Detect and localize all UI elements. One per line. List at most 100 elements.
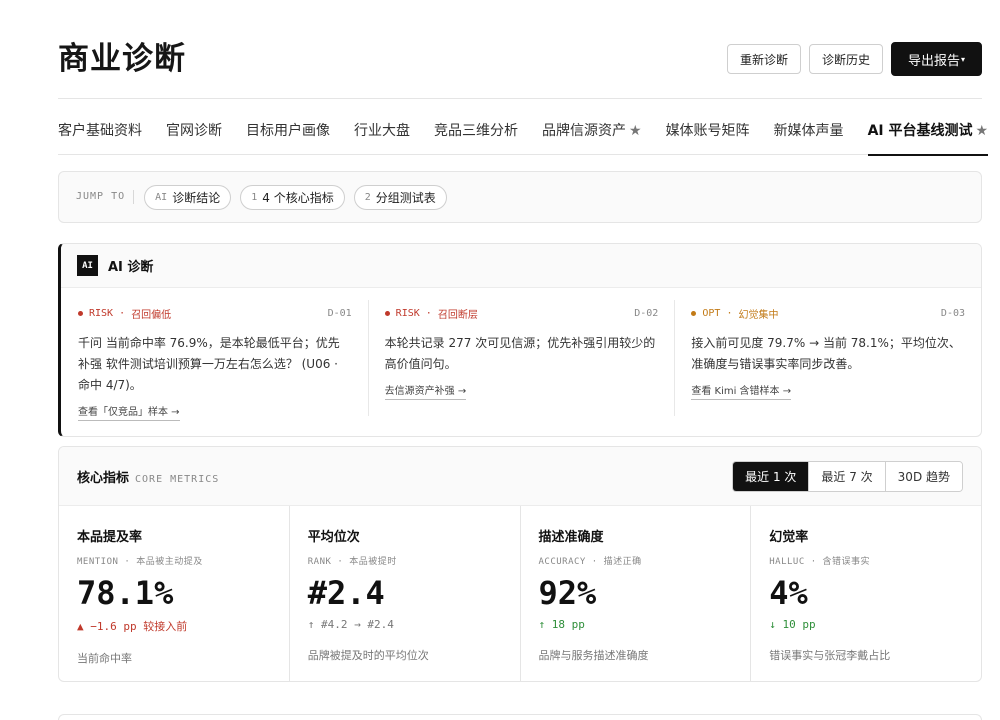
metric-sub-label: 本品被提时 — [349, 557, 397, 567]
rediagnose-button[interactable]: 重新诊断 — [726, 44, 801, 74]
metric-subtitle: ACCURACY · 描述正确 — [539, 554, 733, 567]
jump-to-bar: JUMP TO AI 诊断结论 1 4 个核心指标 2 分组测试表 — [58, 171, 982, 223]
tab-label: 目标用户画像 — [246, 123, 330, 139]
chip-label: 诊断结论 — [172, 190, 221, 205]
metric-title: 幻觉率 — [769, 530, 809, 545]
metric-value: #2.4 — [307, 574, 385, 612]
core-metrics-title: 核心指标 CORE METRICS — [77, 467, 219, 486]
metric-sep: · — [810, 557, 817, 567]
tab-target-persona[interactable]: 目标用户画像 — [246, 112, 330, 155]
tab-label: 行业大盘 — [354, 123, 410, 139]
tab-brand-source-assets[interactable]: 品牌信源资产 ★ — [542, 112, 642, 155]
diagnosis-meta: OPT · 幻觉集中 D-03 — [691, 306, 965, 321]
metric-title: 本品提及率 — [77, 530, 143, 545]
metric-code: ACCURACY — [538, 557, 586, 567]
chip-prefix: AI — [155, 191, 168, 203]
ai-diagnosis-title: AI 诊断 — [108, 260, 154, 275]
export-report-label: 导出报告 — [907, 53, 960, 69]
risk-dot-icon — [384, 311, 390, 316]
group-test-card-edge — [58, 714, 982, 720]
metric-sep: · — [124, 557, 131, 567]
view-competitor-samples-link[interactable]: 查看「仅竞品」样本 → — [78, 403, 180, 421]
diagnosis-item: OPT · 幻觉集中 D-03 接入前可见度 79.7% → 当前 78.1%；… — [674, 288, 981, 436]
chip-label: 4 个核心指标 — [262, 190, 334, 205]
page-title: 商业诊断 — [58, 41, 186, 77]
metric-value: 78.1% — [77, 574, 174, 612]
diagnosis-tag-label: 召回断层 — [437, 310, 478, 321]
diagnosis-text: 本轮共记录 277 次可见信源；优先补强引用较少的高价值问句。 — [384, 336, 656, 371]
diagnosis-item: RISK · 召回偏低 D-01 千问 当前命中率 76.9%，是本轮最低平台；… — [61, 288, 368, 436]
metric-list: 本品提及率 MENTION · 本品被主动提及 78.1% ▲ −1.6 pp … — [59, 506, 981, 681]
jump-chip-group-tests[interactable]: 2 分组测试表 — [353, 184, 447, 210]
metric-average-rank: 平均位次 RANK · 本品被提时 #2.4 ↑ #4.2 → #2.4 品牌被… — [288, 506, 520, 681]
diagnosis-tag: RISK · 召回断层 — [384, 306, 478, 321]
tab-ai-platform-baseline[interactable]: AI 平台基线测试 ★ — [867, 112, 989, 156]
core-metrics-subtitle: CORE METRICS — [135, 474, 220, 485]
risk-dot-icon — [78, 311, 83, 316]
diagnosis-tag-label: 幻觉集中 — [738, 310, 779, 321]
diagnosis-tag-label: 召回偏低 — [131, 310, 172, 321]
export-report-button[interactable]: 导出报告 ▾ — [890, 42, 982, 76]
tab-label: 竞品三维分析 — [434, 123, 518, 139]
diagnosis-text: 接入前可见度 79.7% → 当前 78.1%；平均位次、准确度与错误事实率同步… — [691, 336, 961, 371]
metric-delta: ▲ −1.6 pp 较接入前 — [77, 620, 188, 633]
metric-code: HALLUC — [769, 557, 805, 567]
opt-dot-icon — [691, 311, 697, 316]
metric-subtitle: RANK · 本品被提时 — [308, 554, 502, 567]
tab-new-media-volume[interactable]: 新媒体声量 — [774, 112, 844, 155]
tab-label: 媒体账号矩阵 — [665, 123, 750, 139]
metric-delta: ↑ 18 pp — [538, 618, 585, 631]
star-icon: ★ — [975, 123, 989, 139]
tab-competitor-analysis[interactable]: 竞品三维分析 — [434, 112, 518, 155]
diagnosis-sep: · — [425, 308, 432, 319]
diagnosis-kind: OPT — [702, 308, 721, 319]
tab-media-accounts[interactable]: 媒体账号矩阵 — [666, 112, 750, 155]
metric-title: 描述准确度 — [538, 530, 604, 545]
diagnosis-id: D-01 — [327, 308, 352, 319]
jump-to-label: JUMP TO — [76, 190, 135, 204]
metric-description: 错误事实与张冠李戴占比 — [769, 649, 891, 662]
diagnosis-tag: RISK · 召回偏低 — [78, 306, 171, 321]
chip-label: 分组测试表 — [375, 190, 436, 205]
ai-diagnosis-header: AI AI 诊断 — [61, 244, 981, 288]
metric-sub-label: 本品被主动提及 — [136, 557, 203, 567]
tab-industry-overview[interactable]: 行业大盘 — [354, 112, 410, 155]
diagnosis-sep: · — [119, 308, 126, 319]
metric-subtitle: HALLUC · 含错误事实 — [769, 554, 963, 567]
diagnosis-list: RISK · 召回偏低 D-01 千问 当前命中率 76.9%，是本轮最低平台；… — [61, 288, 981, 436]
metric-hallucination-rate: 幻觉率 HALLUC · 含错误事实 4% ↓ 10 pp 错误事实与张冠李戴占… — [750, 506, 981, 681]
ai-badge-icon: AI — [77, 255, 98, 276]
tab-label: 官网诊断 — [166, 123, 222, 139]
jump-chip-core-metrics[interactable]: 1 4 个核心指标 — [240, 184, 345, 210]
range-last-7-button[interactable]: 最近 7 次 — [808, 462, 885, 491]
diagnosis-sep: · — [726, 308, 733, 319]
jump-chip-ai-conclusion[interactable]: AI 诊断结论 — [144, 184, 232, 210]
tab-label: 品牌信源资产 — [542, 123, 626, 139]
range-segmented-control: 最近 1 次 最近 7 次 30D 趋势 — [732, 461, 963, 492]
metric-description: 品牌与服务描述准确度 — [538, 649, 649, 662]
metric-title: 平均位次 — [307, 530, 360, 545]
metric-delta: ↓ 10 pp — [769, 618, 816, 631]
diagnosis-kind: RISK — [395, 308, 420, 319]
header-actions: 重新诊断 诊断历史 导出报告 ▾ — [726, 42, 982, 76]
diagnosis-meta: RISK · 召回偏低 D-01 — [78, 306, 352, 321]
star-icon: ★ — [629, 123, 642, 139]
tab-label: AI 平台基线测试 — [867, 123, 973, 139]
range-30d-trend-button[interactable]: 30D 趋势 — [884, 462, 962, 491]
metric-sep: · — [591, 557, 598, 567]
range-last-1-button[interactable]: 最近 1 次 — [733, 462, 809, 491]
tab-client-basics[interactable]: 客户基础资料 — [58, 112, 142, 155]
metric-subtitle: MENTION · 本品被主动提及 — [77, 554, 271, 567]
diagnosis-item: RISK · 召回断层 D-02 本轮共记录 277 次可见信源；优先补强引用较… — [367, 288, 675, 436]
metric-sub-label: 描述正确 — [603, 557, 642, 567]
metric-description: 当前命中率 — [77, 652, 132, 665]
metric-value: 4% — [769, 574, 808, 612]
page-header: 商业诊断 重新诊断 诊断历史 导出报告 ▾ — [58, 38, 982, 80]
view-kimi-samples-link[interactable]: 查看 Kimi 含错样本 → — [691, 382, 792, 400]
tab-website-diagnosis[interactable]: 官网诊断 — [166, 112, 222, 155]
core-metrics-title-text: 核心指标 — [77, 471, 130, 486]
history-button[interactable]: 诊断历史 — [808, 44, 883, 74]
source-assets-link[interactable]: 去信源资产补强 → — [384, 382, 467, 400]
diagnosis-id: D-02 — [634, 308, 659, 319]
ai-diagnosis-card: AI AI 诊断 RISK · 召回偏低 D-01 千问 当前命中率 76.9%… — [58, 243, 982, 437]
